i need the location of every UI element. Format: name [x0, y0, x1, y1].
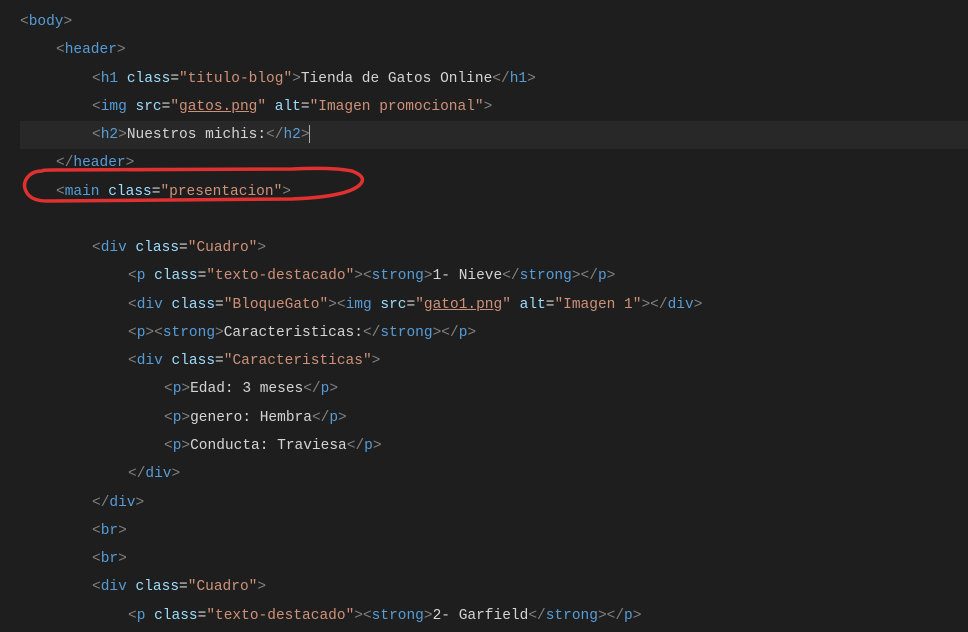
tag: h2 [283, 127, 300, 143]
attr-value: titulo-blog [188, 71, 284, 87]
attr: class [136, 579, 180, 595]
tag: br [101, 551, 118, 567]
code-line[interactable]: <header> [20, 36, 968, 64]
tag: h1 [101, 71, 118, 87]
attr-value-link: gato1.png [424, 297, 502, 313]
attr-value: Cuadro [196, 240, 248, 256]
tag: strong [546, 608, 598, 624]
code-line[interactable]: <p>Edad: 3 meses</p> [20, 375, 968, 403]
text-content: Tienda de Gatos Online [301, 71, 492, 87]
code-line-empty[interactable] [20, 206, 968, 234]
tag: h1 [510, 71, 527, 87]
tag: strong [372, 608, 424, 624]
attr: class [172, 297, 216, 313]
tag: p [598, 268, 607, 284]
code-line[interactable]: </header> [20, 149, 968, 177]
code-line[interactable]: </div> [20, 460, 968, 488]
attr: alt [275, 99, 301, 115]
tag: header [73, 155, 125, 171]
code-line[interactable]: <div class="Cuadro"> [20, 234, 968, 262]
tag: img [101, 99, 127, 115]
attr-value: BloqueGato [232, 297, 319, 313]
attr-value: Caracteristicas [232, 353, 363, 369]
attr: alt [520, 297, 546, 313]
tag: h2 [101, 127, 118, 143]
code-line[interactable]: <br> [20, 517, 968, 545]
tag: p [364, 438, 373, 454]
tag: p [137, 268, 146, 284]
text-content: 1- Nieve [433, 268, 503, 284]
tag: main [65, 184, 100, 200]
attr: class [108, 184, 152, 200]
tag: body [29, 14, 64, 30]
text-content: Edad: 3 meses [190, 381, 303, 397]
code-line[interactable]: <p>genero: Hembra</p> [20, 404, 968, 432]
text-content: 2- Garfield [433, 608, 529, 624]
attr: class [127, 71, 171, 87]
attr-value: Imagen 1 [563, 297, 633, 313]
tag: p [137, 608, 146, 624]
tag: div [137, 353, 163, 369]
attr: class [172, 353, 216, 369]
text-content: Nuestros michis: [127, 127, 266, 143]
code-line[interactable]: <img src="gatos.png" alt="Imagen promoci… [20, 93, 968, 121]
code-line[interactable]: <p class="texto-destacado"><strong>2- Ga… [20, 602, 968, 630]
code-line[interactable]: <div class="Caracteristicas"> [20, 347, 968, 375]
attr-value: presentacion [169, 184, 273, 200]
attr: class [136, 240, 180, 256]
attr-value: Imagen promocional [318, 99, 475, 115]
code-line[interactable]: <p>Conducta: Traviesa</p> [20, 432, 968, 460]
code-line[interactable]: <div class="BloqueGato"><img src="gato1.… [20, 291, 968, 319]
tag: img [346, 297, 372, 313]
tag: br [101, 523, 118, 539]
tag: p [329, 410, 338, 426]
code-line[interactable]: <p><strong>Caracteristicas:</strong></p> [20, 319, 968, 347]
attr-value: texto-destacado [215, 268, 346, 284]
code-line[interactable]: <p class="texto-destacado"><strong>1- Ni… [20, 262, 968, 290]
tag: div [109, 495, 135, 511]
tag: strong [163, 325, 215, 341]
code-line[interactable]: <br> [20, 545, 968, 573]
code-line-active[interactable]: <h2>Nuestros michis:</h2> [20, 121, 968, 149]
attr-value: Cuadro [196, 579, 248, 595]
code-editor[interactable]: <body> <header> <h1 class="titulo-blog">… [0, 8, 968, 630]
attr: class [154, 608, 198, 624]
code-line[interactable]: </div> [20, 489, 968, 517]
tag: div [668, 297, 694, 313]
cursor [309, 125, 310, 143]
tag: div [145, 466, 171, 482]
attr: src [136, 99, 162, 115]
tag: div [137, 297, 163, 313]
tag: strong [520, 268, 572, 284]
tag: strong [380, 325, 432, 341]
code-line[interactable]: <body> [20, 8, 968, 36]
text-content: Caracteristicas: [224, 325, 363, 341]
text-content: Conducta: Traviesa [190, 438, 347, 454]
text-content: genero: Hembra [190, 410, 312, 426]
tag: p [624, 608, 633, 624]
code-line[interactable]: <main class="presentacion"> [20, 178, 968, 206]
attr-value: texto-destacado [215, 608, 346, 624]
tag: div [101, 240, 127, 256]
attr: src [380, 297, 406, 313]
code-line[interactable]: <div class="Cuadro"> [20, 573, 968, 601]
code-line[interactable]: <h1 class="titulo-blog">Tienda de Gatos … [20, 65, 968, 93]
attr: class [154, 268, 198, 284]
tag: div [101, 579, 127, 595]
tag: header [65, 42, 117, 58]
tag: strong [372, 268, 424, 284]
attr-value-link: gatos.png [179, 99, 257, 115]
